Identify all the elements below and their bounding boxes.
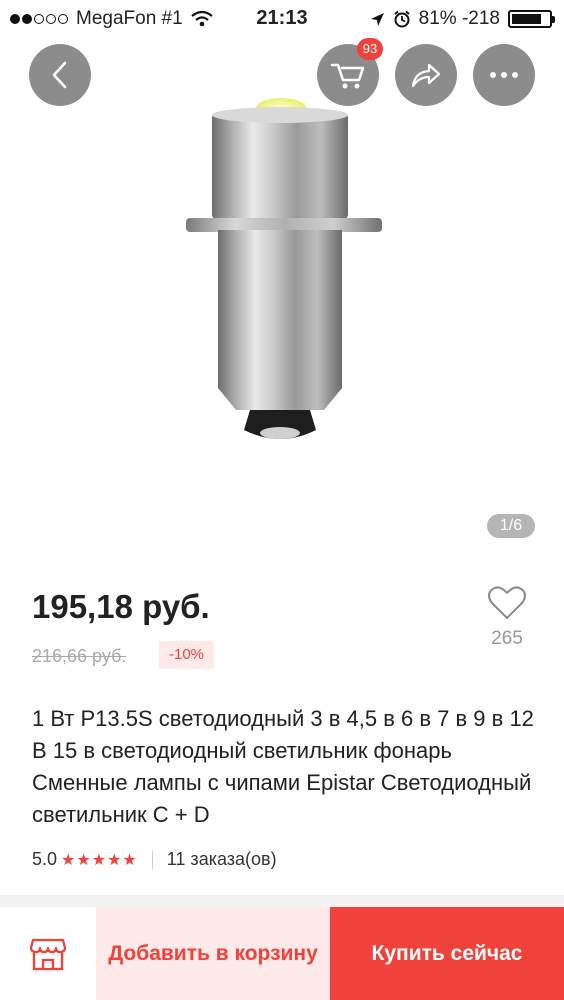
battery-icon — [508, 10, 555, 28]
location-arrow-icon — [370, 12, 384, 26]
rating-row[interactable]: 5.0 ★★★★★ 11 заказа(ов) — [32, 849, 277, 870]
product-image-area[interactable]: 93 1/6 — [0, 0, 564, 565]
cart-button[interactable]: 93 — [317, 38, 383, 106]
wishlist-count: 265 — [491, 628, 523, 649]
cart-badge: 93 — [357, 38, 383, 60]
cart-icon — [330, 63, 365, 89]
alarm-icon — [394, 10, 410, 28]
status-right: 81% -218 — [370, 8, 555, 30]
buy-now-button[interactable]: Купить сейчас — [330, 907, 564, 1000]
store-button[interactable] — [0, 907, 96, 1000]
add-to-cart-button[interactable]: Добавить в корзину — [96, 907, 330, 1000]
image-counter: 1/6 — [487, 514, 535, 538]
more-dots-icon — [490, 72, 518, 78]
battery-text: 81% -218 — [418, 8, 500, 29]
share-button[interactable] — [395, 44, 457, 106]
wishlist-button[interactable] — [484, 585, 530, 626]
discount-badge: -10% — [159, 641, 215, 669]
more-button[interactable] — [473, 44, 535, 106]
old-price: 216,66 руб. — [32, 646, 127, 666]
rating-stars: ★★★★★ — [61, 851, 138, 869]
section-divider — [0, 895, 564, 907]
orders-count: 11 заказа(ов) — [166, 849, 277, 869]
store-icon — [30, 938, 66, 970]
rating-value: 5.0 — [32, 849, 58, 869]
rating-separator — [151, 850, 153, 869]
bottom-action-bar: Добавить в корзину Купить сейчас — [0, 907, 564, 1000]
product-title: 1 Вт P13.5S светодиодный 3 в 4,5 в 6 в 7… — [32, 706, 534, 827]
product-price: 195,18 руб. — [32, 588, 210, 625]
chevron-left-icon — [52, 61, 67, 89]
share-icon — [411, 63, 441, 88]
status-bar: MegaFon #1 21:13 81% -218 — [0, 0, 564, 38]
back-button[interactable] — [29, 44, 91, 106]
heart-icon — [488, 586, 526, 619]
